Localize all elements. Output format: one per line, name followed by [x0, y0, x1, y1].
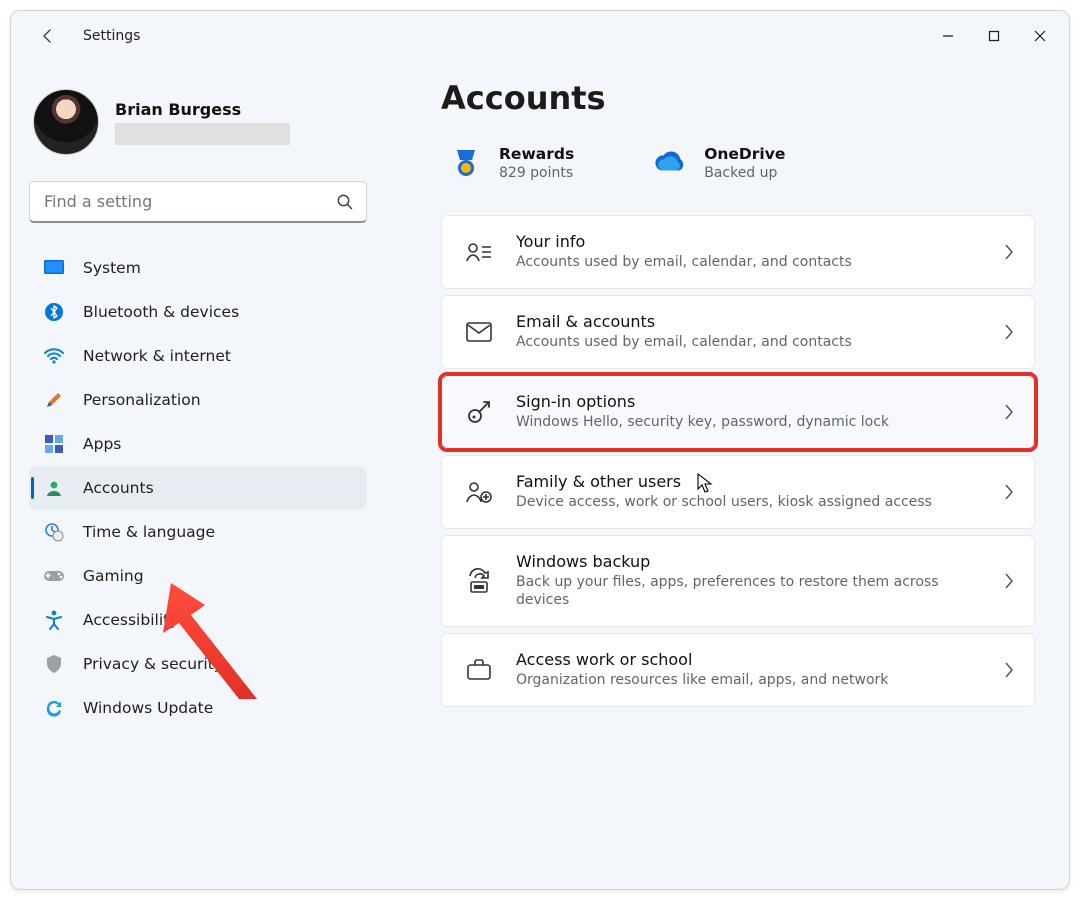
chevron-right-icon [1004, 573, 1014, 589]
sidebar-item-apps[interactable]: Apps [29, 423, 367, 465]
onedrive-sub: Backed up [704, 165, 785, 181]
sidebar-item-label: Gaming [83, 567, 144, 585]
card-sub: Windows Hello, security key, password, d… [516, 413, 889, 432]
card-sign-in-options[interactable]: Sign-in options Windows Hello, security … [441, 375, 1035, 449]
main-panel: Accounts Rewards 829 points [381, 61, 1069, 889]
settings-window: Settings Brian Burgess [10, 10, 1070, 890]
user-card[interactable]: Brian Burgess [33, 89, 367, 155]
card-family-users[interactable]: Family & other users Device access, work… [441, 455, 1035, 529]
person-icon [43, 477, 65, 499]
email-icon [464, 317, 494, 347]
back-button[interactable] [31, 19, 65, 53]
card-windows-backup[interactable]: Windows backup Back up your files, apps,… [441, 535, 1035, 628]
minimize-button[interactable] [925, 16, 971, 56]
system-icon [43, 257, 65, 279]
card-title: Your info [516, 232, 852, 251]
maximize-button[interactable] [971, 16, 1017, 56]
sidebar-item-label: Network & internet [83, 347, 231, 365]
window-title: Settings [83, 28, 140, 44]
card-title: Email & accounts [516, 312, 852, 331]
nav-list: System Bluetooth & devices Network & int… [29, 247, 367, 729]
apps-icon [43, 433, 65, 455]
briefcase-icon [464, 655, 494, 685]
wifi-icon [43, 345, 65, 367]
search-box[interactable] [29, 181, 367, 223]
sidebar-item-time-language[interactable]: Time & language [29, 511, 367, 553]
sidebar-item-label: Privacy & security [83, 655, 223, 673]
sidebar-item-label: Personalization [83, 391, 201, 409]
chevron-right-icon [1004, 324, 1014, 340]
chevron-right-icon [1004, 244, 1014, 260]
update-icon [43, 697, 65, 719]
onedrive-title: OneDrive [704, 145, 785, 163]
user-name: Brian Burgess [115, 100, 290, 119]
onedrive-icon [654, 146, 688, 180]
sidebar-item-label: Windows Update [83, 699, 213, 717]
rewards-icon [449, 146, 483, 180]
search-icon [336, 193, 354, 211]
accessibility-icon [43, 609, 65, 631]
gamepad-icon [43, 565, 65, 587]
bluetooth-icon [43, 301, 65, 323]
sidebar-item-privacy[interactable]: Privacy & security [29, 643, 367, 685]
backup-icon [464, 566, 494, 596]
page-title: Accounts [441, 79, 1035, 117]
card-work-school[interactable]: Access work or school Organization resou… [441, 633, 1035, 707]
sidebar-item-accounts[interactable]: Accounts [29, 467, 367, 509]
card-sub: Accounts used by email, calendar, and co… [516, 333, 852, 352]
sidebar-item-label: Bluetooth & devices [83, 303, 239, 321]
rewards-title: Rewards [499, 145, 574, 163]
settings-cards: Your info Accounts used by email, calend… [441, 215, 1035, 707]
search-input[interactable] [42, 191, 336, 212]
sidebar-item-gaming[interactable]: Gaming [29, 555, 367, 597]
paintbrush-icon [43, 389, 65, 411]
card-your-info[interactable]: Your info Accounts used by email, calend… [441, 215, 1035, 289]
card-title: Access work or school [516, 650, 888, 669]
window-controls [925, 16, 1063, 56]
card-sub: Accounts used by email, calendar, and co… [516, 253, 852, 272]
shield-icon [43, 653, 65, 675]
card-sub: Back up your files, apps, preferences to… [516, 573, 956, 611]
sidebar-item-windows-update[interactable]: Windows Update [29, 687, 367, 729]
onedrive-card[interactable]: OneDrive Backed up [654, 145, 785, 181]
avatar [33, 89, 99, 155]
account-summaries: Rewards 829 points OneDrive Backed up [441, 145, 1035, 181]
card-title: Sign-in options [516, 392, 889, 411]
rewards-sub: 829 points [499, 165, 574, 181]
rewards-card[interactable]: Rewards 829 points [449, 145, 574, 181]
sidebar-item-bluetooth[interactable]: Bluetooth & devices [29, 291, 367, 333]
globe-clock-icon [43, 521, 65, 543]
key-icon [464, 397, 494, 427]
sidebar-item-label: Time & language [83, 523, 215, 541]
chevron-right-icon [1004, 484, 1014, 500]
card-title: Family & other users [516, 472, 932, 491]
card-sub: Organization resources like email, apps,… [516, 671, 888, 690]
sidebar-item-system[interactable]: System [29, 247, 367, 289]
card-sub: Device access, work or school users, kio… [516, 493, 932, 512]
family-icon [464, 477, 494, 507]
user-email-redacted [115, 123, 290, 145]
card-title: Windows backup [516, 552, 956, 571]
sidebar-item-label: Accounts [83, 479, 154, 497]
sidebar-item-label: Apps [83, 435, 121, 453]
close-button[interactable] [1017, 16, 1063, 56]
titlebar: Settings [11, 11, 1069, 61]
chevron-right-icon [1004, 662, 1014, 678]
sidebar: Brian Burgess System Bluetooth & devices [11, 61, 381, 889]
chevron-right-icon [1004, 404, 1014, 420]
sidebar-item-label: Accessibility [83, 611, 178, 629]
your-info-icon [464, 237, 494, 267]
sidebar-item-accessibility[interactable]: Accessibility [29, 599, 367, 641]
sidebar-item-personalization[interactable]: Personalization [29, 379, 367, 421]
sidebar-item-network[interactable]: Network & internet [29, 335, 367, 377]
sidebar-item-label: System [83, 259, 141, 277]
card-email-accounts[interactable]: Email & accounts Accounts used by email,… [441, 295, 1035, 369]
